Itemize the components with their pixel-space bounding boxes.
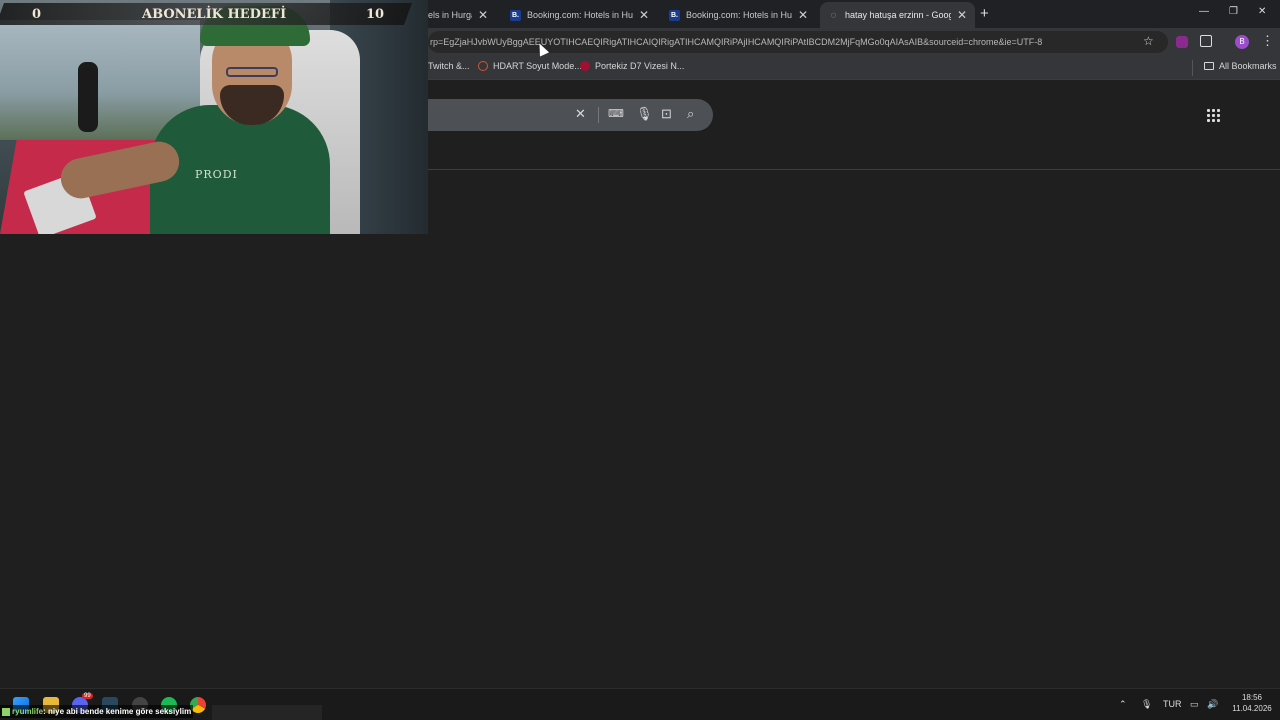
tab-google-search[interactable]: ◌ hatay hatuşa erzinn - Google'd ✕ [820, 2, 975, 28]
tab-booking-3[interactable]: B. Booking.com: Hotels in Hurgad ✕ [661, 2, 816, 28]
close-icon[interactable]: ✕ [478, 8, 488, 22]
all-bookmarks-button[interactable]: All Bookmarks [1204, 61, 1277, 71]
network-icon[interactable]: ▭ [1190, 699, 1199, 710]
search-icon[interactable]: ⌕ [687, 106, 694, 122]
booking-icon: B. [510, 9, 521, 21]
clock-time: 18:56 [1241, 693, 1263, 702]
clear-icon[interactable]: ✕ [575, 106, 586, 122]
tray-chevron-icon[interactable]: ⌃ [1119, 699, 1127, 710]
menu-kebab-icon[interactable]: ⋮ [1261, 33, 1274, 49]
bookmark-label: Twitch &... [428, 61, 470, 71]
keyboard-icon[interactable]: ⌨ [608, 107, 624, 120]
profile-avatar[interactable]: B [1235, 35, 1249, 49]
taskbar-clock[interactable]: 18:56 11.04.2026 [1228, 692, 1276, 714]
tab-booking-1[interactable]: els in Hurgad ✕ [428, 2, 496, 28]
portugal-icon [580, 61, 590, 71]
bookmark-label: Portekiz D7 Vizesi N... [595, 61, 685, 71]
microphone-icon[interactable]: 🎙 [636, 106, 653, 122]
minimize-icon[interactable]: — [1199, 6, 1209, 17]
folder-icon [1204, 62, 1214, 70]
screen: els in Hurgad ✕ B. Booking.com: Hotels i… [0, 0, 1280, 720]
goal-title: ABONELİK HEDEFİ [142, 7, 287, 22]
chat-text: : niye abi bende kenime göre seksiylim [43, 707, 192, 716]
taskbar-search-area[interactable] [212, 705, 322, 720]
webcam-glasses [226, 67, 278, 77]
close-icon[interactable]: ✕ [798, 8, 808, 22]
discord-badge: 99 [82, 693, 93, 699]
close-icon[interactable]: ✕ [639, 8, 649, 22]
bookmark-item[interactable]: HDART Soyut Mode... [478, 61, 582, 71]
google-search-box[interactable]: ✕ ⌨ 🎙 ⊡ ⌕ [428, 99, 713, 131]
new-tab-button[interactable]: + [980, 5, 989, 22]
goal-target: 10 [366, 7, 385, 22]
goal-current: 0 [32, 7, 42, 22]
close-icon[interactable]: ✕ [957, 8, 967, 22]
tray-microphone-icon[interactable]: 🎙 [1141, 699, 1152, 710]
bookmarks-divider [1192, 60, 1193, 76]
webcam-overlay: PRODI 0 ABONELİK HEDEFİ 10 [0, 0, 428, 234]
tab-title: hatay hatuşa erzinn - Google'd [845, 10, 951, 20]
bookmark-item[interactable]: Twitch &... [428, 61, 470, 71]
restore-icon[interactable]: ❐ [1229, 6, 1238, 17]
chat-badge-icon [2, 707, 10, 716]
tab-title: Booking.com: Hotels in Hurgad [527, 10, 633, 20]
lens-icon[interactable]: ⊡ [661, 106, 672, 122]
hdart-icon [478, 61, 488, 71]
tab-title: els in Hurgad [428, 10, 472, 20]
language-indicator[interactable]: TUR [1163, 699, 1182, 709]
shirt-text: PRODI [195, 168, 238, 181]
tab-booking-2[interactable]: B. Booking.com: Hotels in Hurgad ✕ [502, 2, 657, 28]
bookmark-item[interactable]: Portekiz D7 Vizesi N... [580, 61, 684, 71]
volume-icon[interactable]: 🔊 [1207, 699, 1218, 710]
booking-icon: B. [669, 9, 680, 21]
close-window-icon[interactable]: ✕ [1258, 6, 1266, 17]
google-apps-icon[interactable] [1207, 109, 1220, 122]
bookmark-star-icon[interactable]: ☆ [1143, 34, 1154, 48]
extensions-puzzle-icon[interactable] [1200, 35, 1212, 47]
bookmark-label: HDART Soyut Mode... [493, 61, 582, 71]
extension-icon[interactable] [1176, 36, 1188, 48]
chat-message: ryumlife: niye abi bende kenime göre sek… [0, 705, 194, 718]
all-bookmarks-label: All Bookmarks [1219, 61, 1277, 71]
chat-username: ryumlife [12, 707, 44, 716]
tab-title: Booking.com: Hotels in Hurgad [686, 10, 792, 20]
google-icon: ◌ [830, 9, 837, 21]
search-box-divider [598, 107, 599, 123]
clock-date: 11.04.2026 [1232, 704, 1272, 713]
webcam-microphone [78, 62, 98, 132]
